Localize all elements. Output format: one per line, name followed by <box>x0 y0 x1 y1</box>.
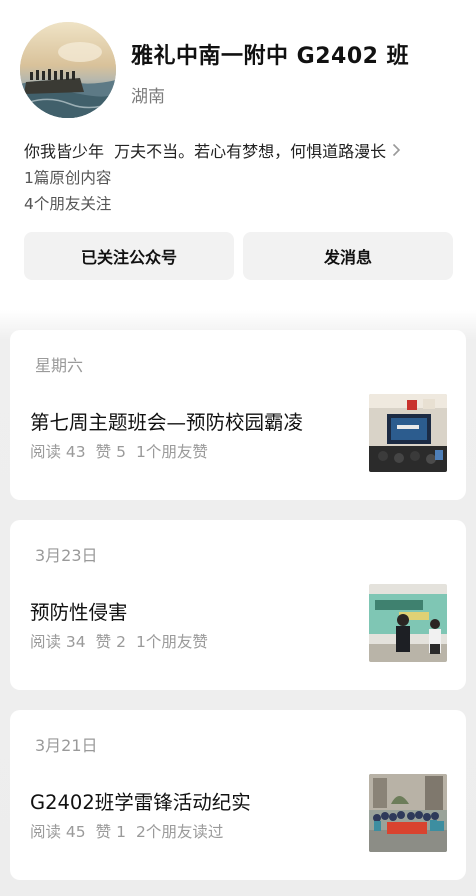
article-thumbnail[interactable] <box>369 774 447 852</box>
read-count: 阅读 43 <box>30 443 86 461</box>
article-title[interactable]: G2402班学雷锋活动纪实 <box>30 786 251 815</box>
article-date: 3月21日 <box>35 736 98 755</box>
profile-header: 雅礼中南一附中 G2402 班 湖南 你我皆少年 万夫不当。若心有梦想，何惧道路… <box>0 0 476 310</box>
read-count: 阅读 45 <box>30 823 86 841</box>
send-message-button[interactable]: 发消息 <box>243 232 453 280</box>
original-content-count[interactable]: 1篇原创内容 <box>24 166 111 188</box>
bio-text: 你我皆少年 万夫不当。若心有梦想，何惧道路漫长 <box>24 142 387 161</box>
article-card[interactable]: 星期六 第七周主题班会—预防校园霸凌 阅读 43 赞 5 1个朋友赞 <box>10 330 466 500</box>
group-photo-outdoor-icon <box>369 774 447 852</box>
account-region: 湖南 <box>131 87 165 107</box>
friend-activity: 2个朋友读过 <box>135 823 224 841</box>
account-bio[interactable]: 你我皆少年 万夫不当。若心有梦想，何惧道路漫长 <box>24 138 401 162</box>
article-card[interactable]: 3月21日 G2402班学雷锋活动纪实 阅读 45 赞 1 2个朋友读过 <box>10 710 466 880</box>
account-name: 雅礼中南一附中 G2402 班 <box>131 44 410 69</box>
like-count: 赞 2 <box>95 633 126 651</box>
article-thumbnail[interactable] <box>369 394 447 472</box>
article-title[interactable]: 第七周主题班会—预防校园霸凌 <box>30 406 303 435</box>
friend-activity: 1个朋友赞 <box>135 633 208 651</box>
article-feed: 星期六 第七周主题班会—预防校园霸凌 阅读 43 赞 5 1个朋友赞 3月23日… <box>0 310 476 896</box>
article-meta: 阅读 43 赞 5 1个朋友赞 <box>30 440 218 462</box>
avatar[interactable] <box>20 22 116 118</box>
followed-account-button[interactable]: 已关注公众号 <box>24 232 234 280</box>
article-card[interactable]: 3月23日 预防性侵害 阅读 34 赞 2 1个朋友赞 <box>10 520 466 690</box>
classroom-projector-photo-icon <box>369 394 447 472</box>
article-date: 星期六 <box>35 356 84 375</box>
chevron-right-icon <box>392 143 401 157</box>
friends-following-count[interactable]: 4个朋友关注 <box>24 192 111 214</box>
article-meta: 阅读 34 赞 2 1个朋友赞 <box>30 630 218 652</box>
read-count: 阅读 34 <box>30 633 86 651</box>
presentation-students-photo-icon <box>369 584 447 662</box>
article-title[interactable]: 预防性侵害 <box>30 596 128 625</box>
article-date: 3月23日 <box>35 546 98 565</box>
like-count: 赞 1 <box>95 823 126 841</box>
sunset-sea-photo-icon <box>20 22 116 118</box>
article-thumbnail[interactable] <box>369 584 447 662</box>
article-meta: 阅读 45 赞 1 2个朋友读过 <box>30 820 233 842</box>
like-count: 赞 5 <box>95 443 126 461</box>
friend-activity: 1个朋友赞 <box>135 443 208 461</box>
